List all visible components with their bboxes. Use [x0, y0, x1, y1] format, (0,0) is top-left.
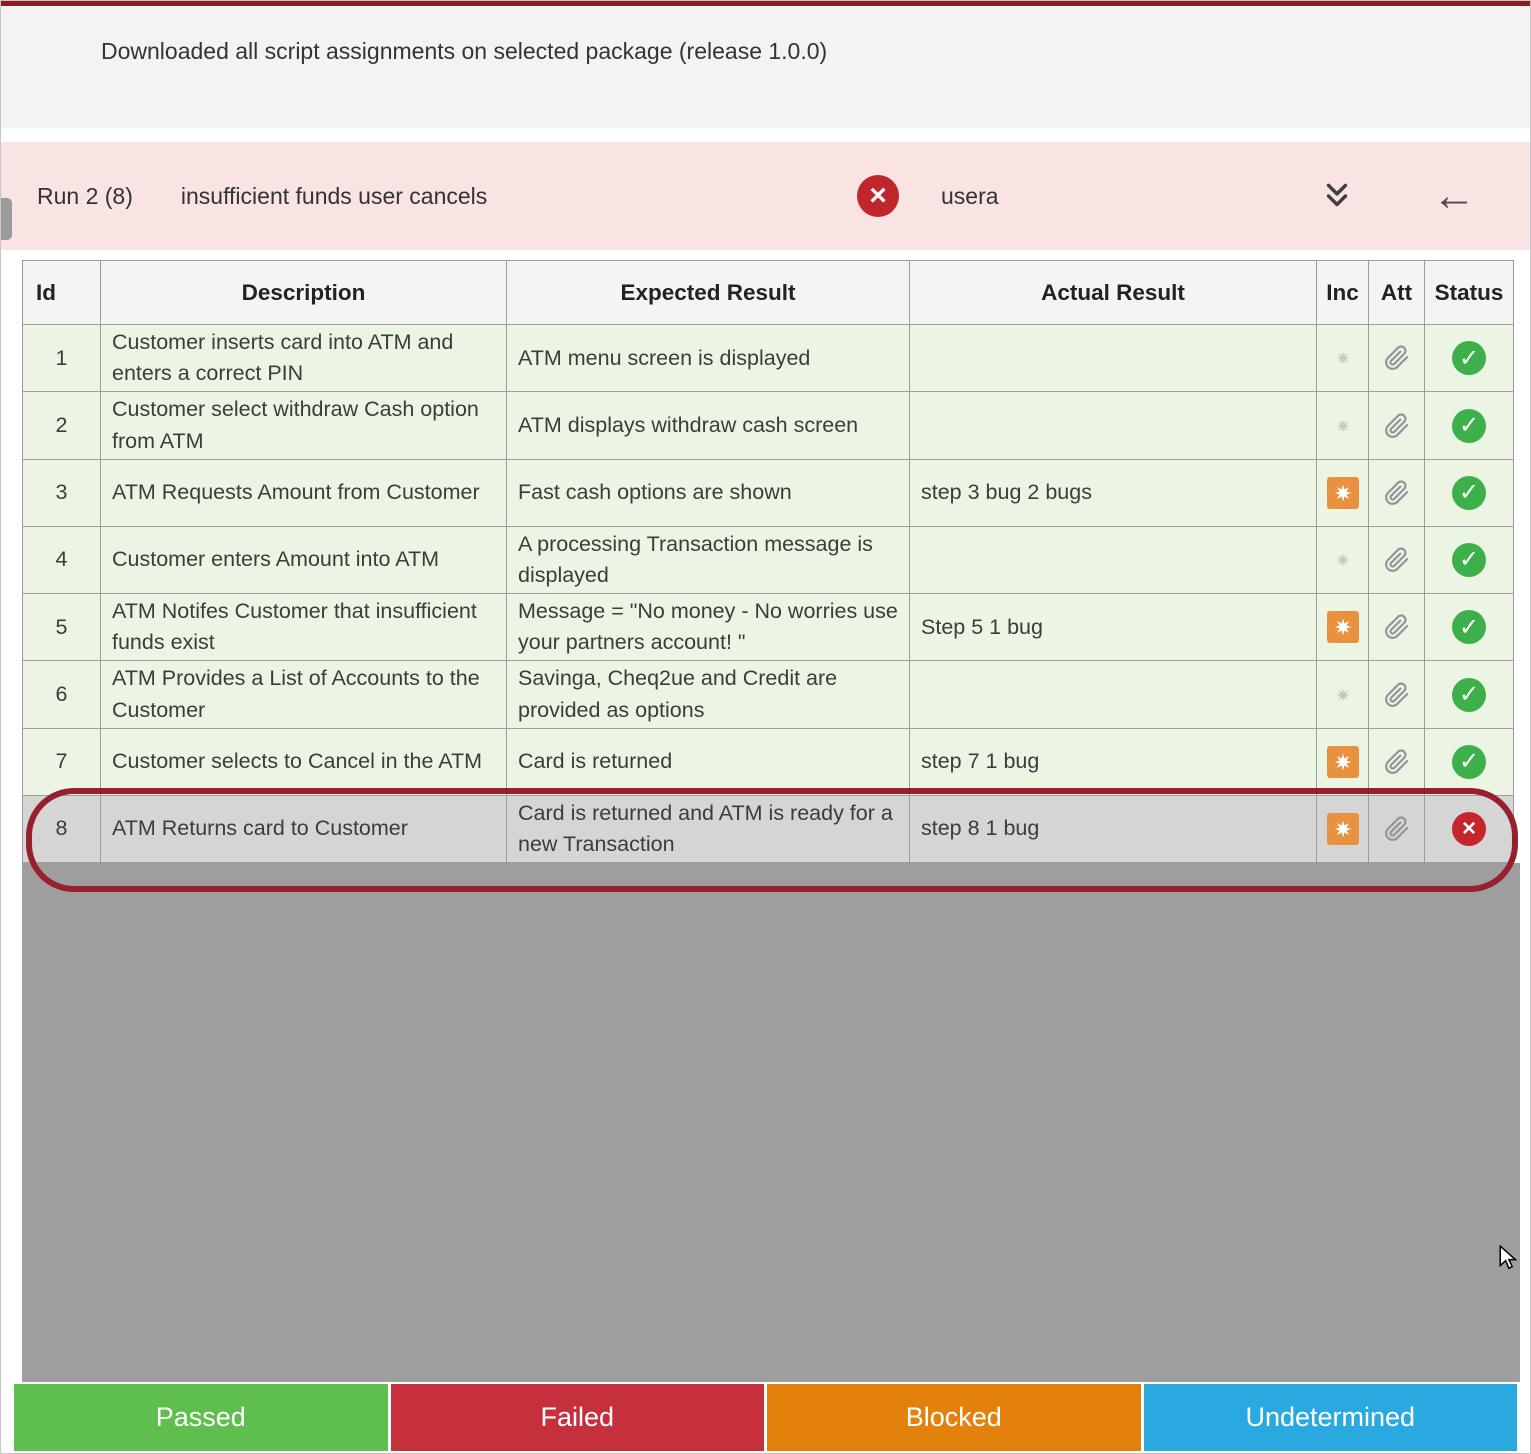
steps-grid-zone: Id Description Expected Result Actual Re… [22, 260, 1518, 1382]
table-row[interactable]: 5 ATM Notifes Customer that insufficient… [23, 594, 1514, 661]
bug-icon[interactable] [1327, 477, 1359, 509]
back-arrow-icon[interactable]: ← [1432, 174, 1476, 218]
status-message: Downloaded all script assignments on sel… [101, 38, 827, 64]
passed-button[interactable]: Passed [14, 1384, 388, 1451]
attachment-icon[interactable] [1384, 749, 1410, 775]
run-label: Run 2 (8) [37, 183, 133, 210]
header-status: Status [1425, 261, 1514, 325]
step-description: Customer enters Amount into ATM [101, 526, 507, 593]
table-header-row: Id Description Expected Result Actual Re… [23, 261, 1514, 325]
status-failed-icon[interactable]: × [1452, 812, 1486, 846]
status-passed-icon[interactable]: ✓ [1452, 745, 1486, 779]
step-actual[interactable]: Step 5 1 bug [910, 594, 1317, 661]
attachment-icon[interactable] [1384, 547, 1410, 573]
separator [1, 128, 1530, 142]
status-passed-icon[interactable]: ✓ [1452, 409, 1486, 443]
bug-icon[interactable] [1327, 679, 1359, 711]
test-steps-table: Id Description Expected Result Actual Re… [22, 260, 1514, 863]
step-description: ATM Provides a List of Accounts to the C… [101, 661, 507, 728]
table-row[interactable]: 3 ATM Requests Amount from Customer Fast… [23, 459, 1514, 526]
step-actual[interactable] [910, 661, 1317, 728]
test-run-window: { "top_bar": { "message": "Downloaded al… [0, 0, 1531, 1454]
step-id: 2 [23, 392, 101, 459]
bug-icon[interactable] [1327, 410, 1359, 442]
step-actual[interactable]: step 3 bug 2 bugs [910, 459, 1317, 526]
step-expected: Card is returned and ATM is ready for a … [507, 795, 910, 862]
header-inc: Inc [1317, 261, 1369, 325]
step-expected: Fast cash options are shown [507, 459, 910, 526]
step-id: 5 [23, 594, 101, 661]
step-id: 1 [23, 325, 101, 392]
header-description: Description [101, 261, 507, 325]
bug-icon[interactable] [1327, 813, 1359, 845]
step-description: ATM Notifes Customer that insufficient f… [101, 594, 507, 661]
run-failed-icon[interactable]: × [857, 175, 899, 217]
header-actual-result: Actual Result [910, 261, 1317, 325]
step-actual[interactable]: step 8 1 bug [910, 795, 1317, 862]
attachment-icon[interactable] [1384, 614, 1410, 640]
header-id: Id [23, 261, 101, 325]
side-panel-handle[interactable] [1, 198, 12, 240]
run-user: usera [941, 183, 999, 210]
table-row[interactable]: 4 Customer enters Amount into ATM A proc… [23, 526, 1514, 593]
header-expected-result: Expected Result [507, 261, 910, 325]
step-expected: A processing Transaction message is disp… [507, 526, 910, 593]
step-description: Customer inserts card into ATM and enter… [101, 325, 507, 392]
status-passed-icon[interactable]: ✓ [1452, 341, 1486, 375]
step-actual[interactable] [910, 526, 1317, 593]
step-actual[interactable]: step 7 1 bug [910, 728, 1317, 795]
step-id: 4 [23, 526, 101, 593]
undetermined-button[interactable]: Undetermined [1144, 1384, 1518, 1451]
table-row[interactable]: 8 ATM Returns card to Customer Card is r… [23, 795, 1514, 862]
run-title: insufficient funds user cancels [181, 183, 487, 210]
chevron-double-down-icon[interactable] [1320, 179, 1354, 213]
step-id: 8 [23, 795, 101, 862]
failed-button[interactable]: Failed [391, 1384, 765, 1451]
status-message-bar: Downloaded all script assignments on sel… [1, 6, 1530, 128]
status-button-bar: Passed Failed Blocked Undetermined [14, 1384, 1517, 1451]
bug-icon[interactable] [1327, 746, 1359, 778]
step-expected: ATM displays withdraw cash screen [507, 392, 910, 459]
attachment-icon[interactable] [1384, 345, 1410, 371]
bug-icon[interactable] [1327, 544, 1359, 576]
blocked-button[interactable]: Blocked [767, 1384, 1141, 1451]
status-passed-icon[interactable]: ✓ [1452, 476, 1486, 510]
table-row[interactable]: 6 ATM Provides a List of Accounts to the… [23, 661, 1514, 728]
table-row[interactable]: 1 Customer inserts card into ATM and ent… [23, 325, 1514, 392]
step-description: Customer selects to Cancel in the ATM [101, 728, 507, 795]
status-passed-icon[interactable]: ✓ [1452, 610, 1486, 644]
step-id: 3 [23, 459, 101, 526]
step-description: Customer select withdraw Cash option fro… [101, 392, 507, 459]
attachment-icon[interactable] [1384, 413, 1410, 439]
step-description: ATM Returns card to Customer [101, 795, 507, 862]
attachment-icon[interactable] [1384, 480, 1410, 506]
step-expected: Card is returned [507, 728, 910, 795]
run-header-bar: Run 2 (8) insufficient funds user cancel… [1, 142, 1530, 250]
attachment-icon[interactable] [1384, 816, 1410, 842]
step-description: ATM Requests Amount from Customer [101, 459, 507, 526]
header-att: Att [1369, 261, 1425, 325]
bug-icon[interactable] [1327, 342, 1359, 374]
status-passed-icon[interactable]: ✓ [1452, 678, 1486, 712]
table-row[interactable]: 7 Customer selects to Cancel in the ATM … [23, 728, 1514, 795]
bug-icon[interactable] [1327, 611, 1359, 643]
step-actual[interactable] [910, 325, 1317, 392]
step-actual[interactable] [910, 392, 1317, 459]
attachment-icon[interactable] [1384, 682, 1410, 708]
step-expected: Message = "No money - No worries use you… [507, 594, 910, 661]
step-id: 7 [23, 728, 101, 795]
step-expected: ATM menu screen is displayed [507, 325, 910, 392]
table-row[interactable]: 2 Customer select withdraw Cash option f… [23, 392, 1514, 459]
empty-grid-area [22, 863, 1520, 1382]
step-expected: Savinga, Cheq2ue and Credit are provided… [507, 661, 910, 728]
status-passed-icon[interactable]: ✓ [1452, 543, 1486, 577]
step-id: 6 [23, 661, 101, 728]
